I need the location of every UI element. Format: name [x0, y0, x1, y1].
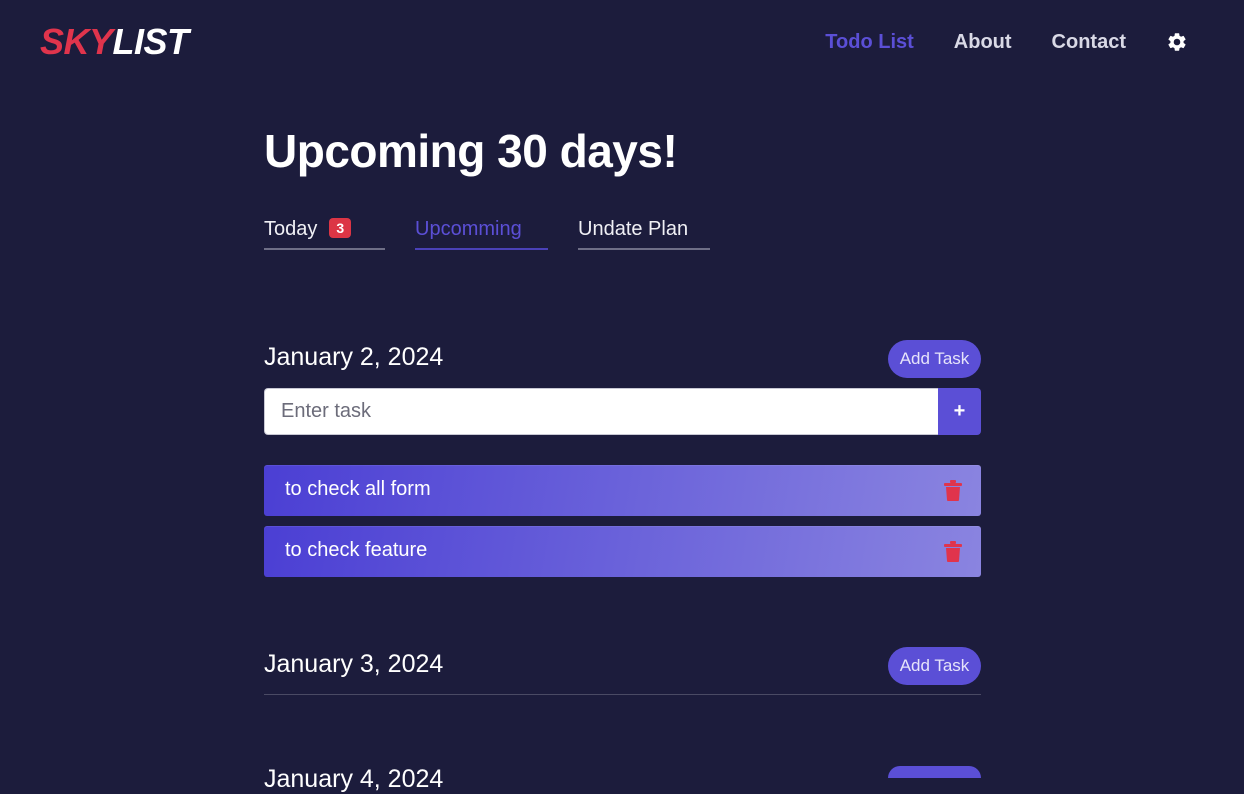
day-date: January 4, 2024 [264, 765, 444, 793]
task-text: to check feature [285, 539, 428, 561]
gear-icon[interactable] [1166, 31, 1188, 53]
nav-link-about[interactable]: About [954, 31, 1012, 54]
day-divider [264, 694, 981, 695]
add-task-button[interactable]: Add Task [888, 340, 981, 378]
tab-update-plan[interactable]: Undate Plan [578, 218, 710, 250]
tab-today[interactable]: Today 3 [264, 218, 385, 250]
tab-today-label: Today [264, 218, 318, 240]
nav-link-contact[interactable]: Contact [1052, 31, 1126, 54]
brand-logo-part2: LIST [112, 21, 190, 62]
trash-icon[interactable] [944, 480, 962, 501]
tab-upcoming-label: Upcomming [415, 218, 522, 240]
submit-task-button[interactable]: + [938, 388, 981, 435]
page-title: Upcoming 30 days! [264, 125, 678, 177]
today-count-badge: 3 [329, 218, 352, 238]
day-date: January 3, 2024 [264, 650, 444, 678]
task-input[interactable] [264, 388, 938, 435]
task-form: + [264, 388, 981, 435]
add-task-button[interactable]: Add Task [888, 647, 981, 685]
day-date: January 2, 2024 [264, 343, 444, 371]
brand-logo-part1: SKY [40, 21, 113, 62]
brand-logo[interactable]: SKYLIST [40, 22, 189, 62]
tab-update-plan-label: Undate Plan [578, 218, 689, 240]
task-text: to check all form [285, 478, 431, 500]
task-item: to check all form [264, 465, 981, 516]
trash-icon[interactable] [944, 541, 962, 562]
nav-link-todo-list[interactable]: Todo List [825, 31, 914, 54]
nav-links: Todo List About Contact [785, 26, 1188, 58]
navbar: SKYLIST Todo List About Contact [0, 0, 1244, 84]
tab-upcoming[interactable]: Upcomming [415, 218, 548, 250]
task-item: to check feature [264, 526, 981, 577]
add-task-button[interactable] [888, 766, 981, 778]
